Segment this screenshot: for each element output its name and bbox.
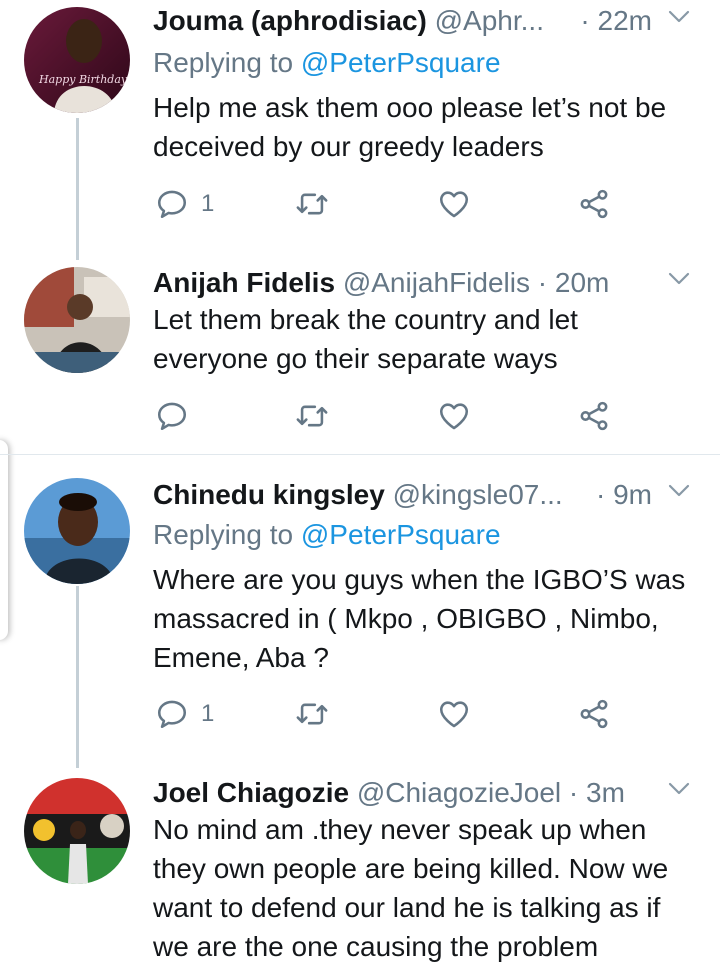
display-name[interactable]: Chinedu kingsley: [153, 479, 385, 510]
timestamp[interactable]: · 20m: [538, 267, 610, 298]
tweet-header: Joel Chiagozie @ChiagozieJoel · 3m: [153, 776, 680, 810]
thread-line: [76, 586, 79, 768]
avatar[interactable]: [24, 267, 130, 373]
reply-icon: [155, 187, 189, 221]
chevron-down-icon[interactable]: [668, 782, 690, 796]
reply-button[interactable]: 1: [155, 184, 214, 224]
retweet-icon: [295, 187, 329, 221]
tweet-header: Jouma (aphrodisiac) @Aphr... · 22m: [153, 4, 680, 38]
thread-line: [76, 118, 79, 260]
tweet-jouma[interactable]: Happy Birthday Jouma (aphrodisiac) @Aphr…: [0, 0, 720, 260]
reply-button[interactable]: 1: [155, 694, 214, 734]
replying-to: Replying to @PeterPsquare: [153, 46, 501, 80]
tweet-text: Let them break the country and let every…: [153, 304, 578, 374]
heart-icon: [437, 399, 471, 433]
timestamp[interactable]: · 22m: [580, 4, 652, 38]
tweet-text: No mind am .they never speak up when the…: [153, 814, 669, 962]
replying-prefix: Replying to: [153, 47, 294, 78]
replying-handle-link[interactable]: @PeterPsquare: [301, 519, 501, 550]
tweet-text: Where are you guys when the IGBO’S was m…: [153, 564, 686, 673]
retweet-icon: [295, 399, 329, 433]
share-icon: [577, 697, 611, 731]
action-bar: 1: [150, 694, 630, 734]
heart-icon: [437, 697, 471, 731]
avatar[interactable]: [24, 778, 130, 884]
replying-prefix: Replying to: [153, 519, 294, 550]
share-icon: [577, 187, 611, 221]
share-button[interactable]: [577, 396, 611, 436]
like-button[interactable]: [437, 396, 471, 436]
chevron-down-icon[interactable]: [668, 272, 690, 286]
tweet-header: Anijah Fidelis @AnijahFidelis · 20m: [153, 266, 680, 300]
chevron-down-icon[interactable]: [668, 10, 690, 24]
tweet-text: Help me ask them ooo please let’s not be…: [153, 92, 667, 162]
reply-button[interactable]: [155, 396, 189, 436]
divider: [0, 454, 720, 455]
share-button[interactable]: [577, 184, 611, 224]
reply-icon: [155, 399, 189, 433]
share-button[interactable]: [577, 694, 611, 734]
replying-to: Replying to @PeterPsquare: [153, 518, 501, 552]
avatar[interactable]: Happy Birthday: [24, 7, 130, 113]
retweet-button[interactable]: [295, 184, 329, 224]
reply-count: 1: [201, 700, 215, 727]
tweet-joel[interactable]: Joel Chiagozie @ChiagozieJoel · 3m No mi…: [0, 772, 720, 969]
tweet-chinedu[interactable]: Chinedu kingsley @kingsle07... · 9m Repl…: [0, 474, 720, 768]
display-name[interactable]: Joel Chiagozie: [153, 777, 349, 808]
username[interactable]: @ChiagozieJoel: [357, 777, 561, 808]
share-icon: [577, 399, 611, 433]
action-bar: 1: [150, 184, 630, 224]
username[interactable]: @Aphr...: [435, 5, 544, 36]
like-button[interactable]: [437, 184, 471, 224]
tweet-header: Chinedu kingsley @kingsle07... · 9m: [153, 478, 680, 512]
reply-icon: [155, 697, 189, 731]
display-name[interactable]: Jouma (aphrodisiac): [153, 5, 427, 36]
like-button[interactable]: [437, 694, 471, 734]
retweet-icon: [295, 697, 329, 731]
reply-count: 1: [201, 190, 215, 217]
tweet-anijah[interactable]: Anijah Fidelis @AnijahFidelis · 20m Let …: [0, 262, 720, 442]
username[interactable]: @kingsle07...: [393, 479, 563, 510]
timestamp[interactable]: · 3m: [569, 777, 625, 808]
timestamp[interactable]: · 9m: [596, 478, 652, 512]
heart-icon: [437, 187, 471, 221]
retweet-button[interactable]: [295, 396, 329, 436]
retweet-button[interactable]: [295, 694, 329, 734]
replying-handle-link[interactable]: @PeterPsquare: [301, 47, 501, 78]
username[interactable]: @AnijahFidelis: [343, 267, 530, 298]
display-name[interactable]: Anijah Fidelis: [153, 267, 335, 298]
avatar[interactable]: [24, 478, 130, 584]
chevron-down-icon[interactable]: [668, 484, 690, 498]
avatar-caption: Happy Birthday: [38, 73, 128, 86]
action-bar: [150, 396, 630, 436]
